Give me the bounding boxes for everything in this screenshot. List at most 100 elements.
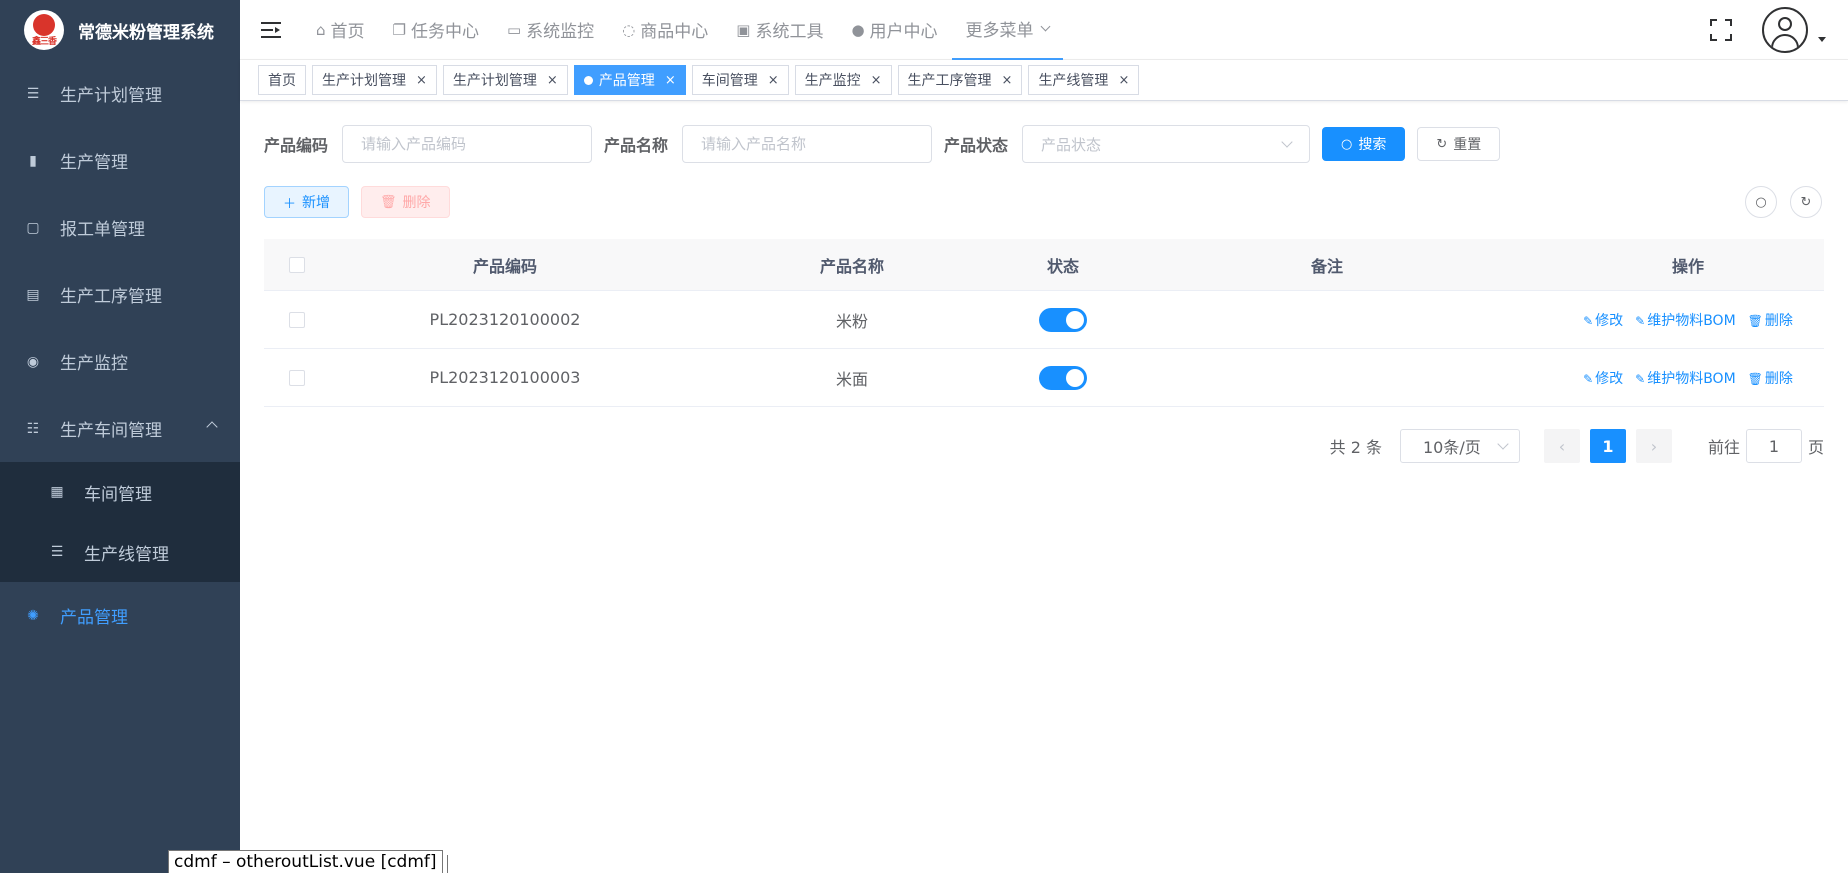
avatar[interactable] — [1762, 7, 1808, 53]
product-name-input[interactable] — [682, 125, 933, 163]
table-toolbar: ＋ 新增 🗑 删除 ○ ↻ — [264, 186, 1824, 218]
sidebar-item-work-report[interactable]: ▢ 报工单管理 — [0, 194, 240, 261]
top-menu-tools[interactable]: ▣ 系统工具 — [722, 0, 837, 60]
product-code-input[interactable] — [342, 125, 593, 163]
list-icon: ☰ — [50, 544, 64, 560]
trash-icon: 🗑 — [1747, 313, 1763, 328]
fullscreen-icon[interactable] — [1710, 19, 1732, 41]
edit-icon: ✎ — [1583, 371, 1594, 386]
code-label: 产品编码 — [264, 136, 329, 155]
status-switch[interactable] — [1039, 365, 1087, 390]
product-status-select[interactable]: 产品状态 — [1022, 125, 1311, 163]
batch-delete-button[interactable]: 🗑 删除 — [361, 186, 450, 218]
edit-icon: ✎ — [1635, 371, 1646, 386]
chevron-right-icon: › — [1650, 436, 1658, 456]
sidebar: 鑫三香 常德米粉管理系统 ☰ 生产计划管理 ▮ 生产管理 ▢ 报工单管理 ▤ 生… — [0, 0, 240, 873]
sidebar-toggle-button[interactable] — [240, 0, 302, 60]
sidebar-item-monitor[interactable]: ◉ 生产监控 — [0, 328, 240, 395]
edit-link[interactable]: ✎ 修改 — [1583, 368, 1623, 388]
delete-link[interactable]: 🗑 删除 — [1748, 310, 1793, 330]
col-header-name: 产品名称 — [819, 256, 884, 276]
top-menu-goods[interactable]: ◌ 商品中心 — [608, 0, 722, 60]
sidebar-item-line-manage[interactable]: ☰ 生产线管理 — [0, 522, 240, 582]
documents-icon: ❐ — [392, 20, 406, 39]
toggle-search-button[interactable]: ○ — [1745, 186, 1777, 218]
bom-link[interactable]: ✎ 维护物料BOM — [1635, 310, 1736, 330]
trash-icon: 🗑 — [1747, 371, 1763, 386]
sidebar-item-workshop[interactable]: ☷ 生产车间管理 — [0, 395, 240, 462]
close-icon[interactable]: × — [665, 73, 676, 88]
close-icon[interactable]: × — [1118, 73, 1129, 88]
goto-page-input[interactable]: 1 — [1745, 429, 1802, 463]
puzzle-icon: ⌂ — [316, 20, 326, 39]
add-button[interactable]: ＋ 新增 — [264, 186, 350, 218]
close-icon[interactable]: × — [1002, 73, 1013, 88]
close-icon[interactable]: × — [871, 73, 882, 88]
pagination-total: 共 2 条 — [1329, 438, 1382, 457]
ops-cell: ✎ 修改 ✎ 维护物料BOM 🗑 删除 — [1552, 368, 1824, 388]
sidebar-item-production[interactable]: ▮ 生产管理 — [0, 127, 240, 194]
top-menu-monitor[interactable]: ▭ 系统监控 — [493, 0, 608, 60]
next-page-button[interactable]: › — [1635, 429, 1672, 463]
top-menu-users[interactable]: ● 用户中心 — [837, 0, 951, 60]
book-icon: ▮ — [29, 152, 37, 169]
sidebar-item-production-plan[interactable]: ☰ 生产计划管理 — [0, 60, 240, 127]
reset-button[interactable]: ↻ 重置 — [1417, 127, 1501, 161]
product-name-cell: 米粉 — [835, 311, 868, 331]
sidebar-item-label: 生产线管理 — [84, 544, 169, 565]
row-checkbox[interactable] — [289, 369, 305, 386]
caret-down-icon[interactable] — [1818, 36, 1826, 42]
refresh-button[interactable]: ↻ — [1790, 186, 1822, 218]
right-menu — [1710, 0, 1848, 60]
tag-product-manage[interactable]: 产品管理 × — [573, 65, 686, 95]
page-number-current[interactable]: 1 — [1589, 429, 1626, 463]
pagination: 共 2 条 10条/页 ‹ 1 › 前往 1 页 — [1330, 428, 1824, 464]
tag-monitor[interactable]: 生产监控 × — [794, 65, 892, 95]
trash-icon: 🗑 — [380, 194, 397, 210]
sidebar-item-process[interactable]: ▤ 生产工序管理 — [0, 261, 240, 328]
eye-icon: ◉ — [26, 353, 40, 370]
app-root: 鑫三香 常德米粉管理系统 ☰ 生产计划管理 ▮ 生产管理 ▢ 报工单管理 ▤ 生… — [0, 0, 1848, 873]
top-menu: ⌂ 首页 ❐ 任务中心 ▭ 系统监控 ◌ 商品中心 ▣ 系统工具 ● 用户中心 — [302, 0, 1063, 60]
bom-link[interactable]: ✎ 维护物料BOM — [1635, 368, 1736, 388]
select-all-checkbox[interactable] — [289, 256, 305, 273]
table-row: PL2023120100003 米面 ✎ 修改 ✎ 维护物料BOM 🗑 删除 — [264, 349, 1824, 407]
row-checkbox[interactable] — [289, 311, 305, 328]
product-table: 产品编码 产品名称 状态 备注 操作 PL2023120100002 米粉 ✎ 修… — [264, 239, 1824, 407]
sidebar-submenu: ▦ 车间管理 ☰ 生产线管理 — [0, 462, 240, 582]
prev-page-button[interactable]: ‹ — [1543, 429, 1580, 463]
col-header-code: 产品编码 — [472, 256, 537, 276]
tag-process[interactable]: 生产工序管理 × — [897, 65, 1023, 95]
top-menu-home[interactable]: ⌂ 首页 — [302, 0, 379, 60]
page-size-select[interactable]: 10条/页 — [1399, 429, 1520, 463]
list-icon: ☰ — [26, 85, 40, 102]
col-header-status: 状态 — [1046, 256, 1079, 276]
form-icon: ▢ — [26, 219, 40, 236]
close-icon[interactable]: × — [768, 73, 779, 88]
refresh-icon: ↻ — [1800, 194, 1812, 210]
sidebar-item-workshop-manage[interactable]: ▦ 车间管理 — [0, 462, 240, 522]
toolbox-icon: ▣ — [736, 20, 751, 39]
chevron-down-icon — [1040, 21, 1050, 31]
close-icon[interactable]: × — [547, 73, 558, 88]
goods-icon: ◌ — [622, 20, 636, 39]
status-switch[interactable] — [1039, 307, 1087, 332]
user-icon: ● — [851, 20, 865, 39]
sidebar-logo[interactable]: 鑫三香 常德米粉管理系统 — [0, 0, 240, 60]
edit-icon: ✎ — [1583, 313, 1594, 328]
tag-workshop[interactable]: 车间管理 × — [691, 65, 789, 95]
table-icon: ▦ — [50, 484, 64, 500]
delete-link[interactable]: 🗑 删除 — [1748, 368, 1793, 388]
product-code-cell: PL2023120100003 — [429, 368, 581, 387]
tag-home[interactable]: 首页 — [258, 65, 306, 95]
top-menu-tasks[interactable]: ❐ 任务中心 — [379, 0, 493, 60]
sidebar-item-product[interactable]: ✺ 产品管理 — [0, 582, 240, 649]
tag-production-plan-2[interactable]: 生产计划管理 × — [442, 65, 568, 95]
tag-production-plan[interactable]: 生产计划管理 × — [312, 65, 437, 95]
search-button[interactable]: ○ 搜索 — [1322, 127, 1406, 161]
tag-production-line[interactable]: 生产线管理 × — [1028, 65, 1140, 95]
sidebar-item-label: 生产监控 — [60, 354, 128, 374]
top-menu-more[interactable]: 更多菜单 — [951, 0, 1063, 60]
edit-link[interactable]: ✎ 修改 — [1583, 310, 1623, 330]
close-icon[interactable]: × — [416, 73, 427, 88]
